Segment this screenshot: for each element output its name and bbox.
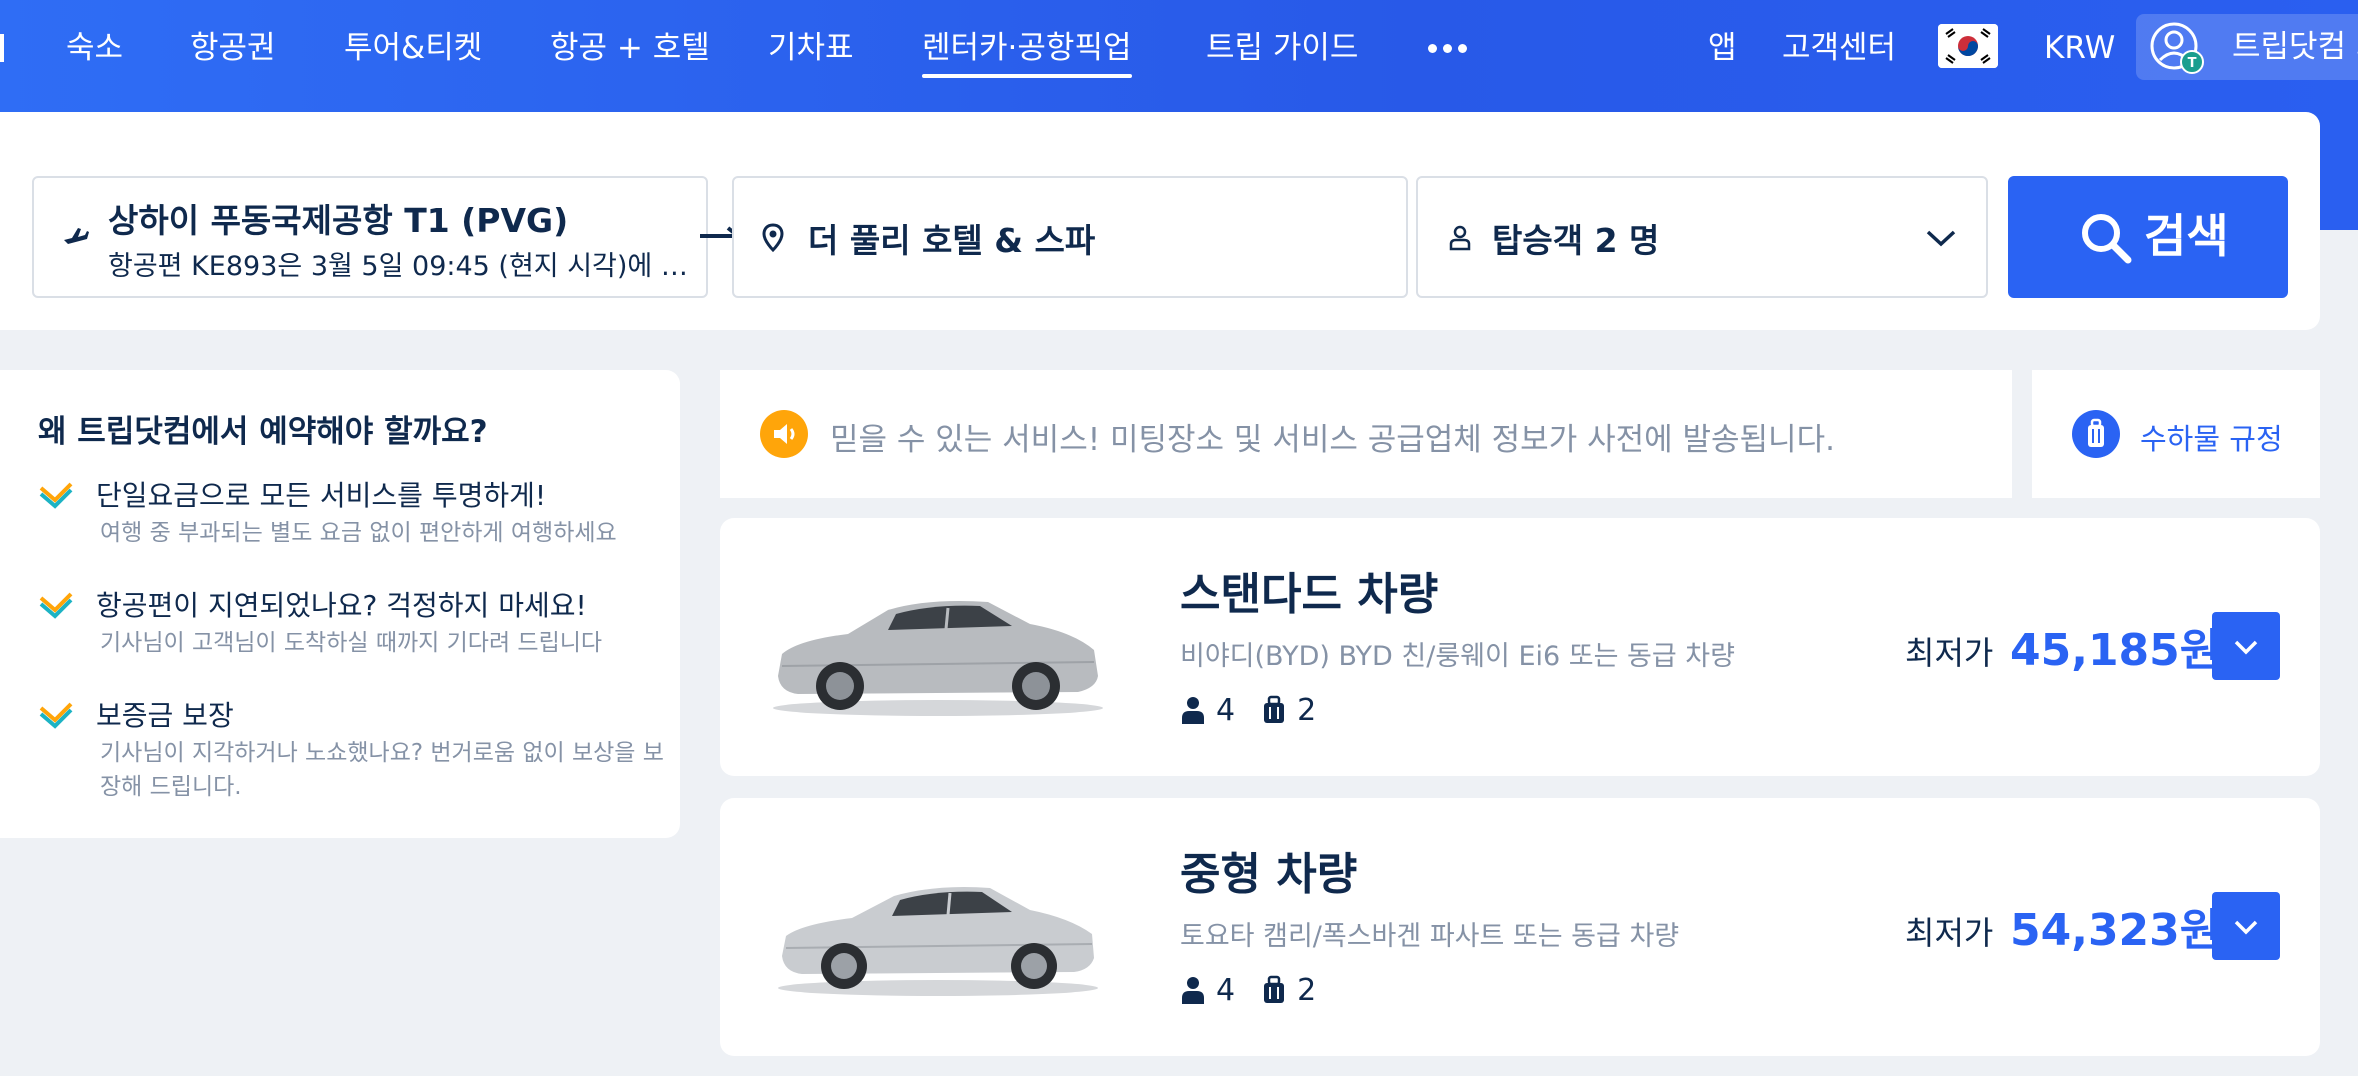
currency-selector[interactable]: KRW xyxy=(2044,24,2115,72)
location-pin-icon xyxy=(762,223,784,253)
benefit-description: 기사님이 고객님이 도착하실 때까지 기다려 드립니다 xyxy=(100,630,603,656)
pickup-location-field[interactable]: 상하이 푸동국제공항 T1 (PVG) 항공편 KE893은 3월 5일 09:… xyxy=(32,176,708,298)
nav-edge-indicator xyxy=(0,34,4,62)
double-check-icon xyxy=(39,702,73,729)
luggage-icon xyxy=(1264,975,1285,1003)
airplane-icon xyxy=(64,228,89,244)
chevron-down-icon xyxy=(1926,230,1956,247)
nav-item-flights[interactable]: 항공권 xyxy=(190,24,276,72)
why-book-panel: 왜 트립닷컴에서 예약해야 할까요? 단일요금으로 모든 서비스를 투명하게! … xyxy=(0,370,680,838)
vehicle-models: 토요타 캠리/폭스바겐 파사트 또는 동급 차량 xyxy=(1180,921,1680,952)
search-button-label: 검색 xyxy=(2144,209,2229,263)
sedan-car-image xyxy=(773,601,1103,716)
expand-button[interactable] xyxy=(2212,612,2280,680)
vehicle-price: 54,323원 xyxy=(2010,905,2221,956)
more-dots-icon[interactable] xyxy=(1428,44,1467,53)
why-book-title: 왜 트립닷컴에서 예약해야 할까요? xyxy=(38,414,488,450)
vehicle-models: 비야디(BYD) BYD 친/룽웨이 Ei6 또는 동급 차량 xyxy=(1180,641,1735,672)
luggage-capacity: 2 xyxy=(1297,972,1317,1008)
luggage-capacity: 2 xyxy=(1297,692,1317,728)
dropoff-location-field[interactable]: 더 풀리 호텔 & 스파 xyxy=(732,176,1408,298)
vehicle-option-card[interactable]: 중형 차량 토요타 캠리/폭스바겐 파사트 또는 동급 차량 4 2 최저가 5… xyxy=(720,798,2320,1056)
double-check-icon xyxy=(39,592,73,619)
benefit-description: 여행 중 부과되는 별도 요금 없이 편안하게 여행하세요 xyxy=(100,520,617,546)
nav-item-flight-hotel[interactable]: 항공 + 호텔 xyxy=(550,24,710,72)
top-navigation: 숙소 항공권 투어&티켓 항공 + 호텔 기차표 렌터카·공항픽업 트립 가이드… xyxy=(0,0,2358,96)
benefit-title: 단일요금으로 모든 서비스를 투명하게! xyxy=(96,479,547,512)
benefit-title: 보증금 보장 xyxy=(96,699,234,732)
luggage-icon xyxy=(2072,410,2120,458)
luggage-policy-link[interactable]: 수하물 규정 xyxy=(2032,370,2320,498)
lowest-price-label: 최저가 xyxy=(1905,914,1994,952)
search-button[interactable]: 검색 xyxy=(2008,176,2288,298)
person-icon xyxy=(1182,697,1204,724)
avatar-icon: T xyxy=(2150,22,2204,74)
svg-text:T: T xyxy=(2188,56,2197,71)
nav-support-link[interactable]: 고객센터 xyxy=(1782,24,1896,72)
speaker-icon xyxy=(760,410,808,458)
user-name: 트립닷컴 회 xyxy=(2232,29,2358,65)
vehicle-price: 45,185원 xyxy=(2010,625,2221,676)
nav-app-link[interactable]: 앱 xyxy=(1708,24,1737,72)
vehicle-class-name: 중형 차량 xyxy=(1180,849,1358,900)
search-icon xyxy=(2082,214,2132,264)
benefit-description: 기사님이 지각하거나 노쇼했나요? 번거로움 없이 보상을 보장해 드립니다. xyxy=(100,740,664,800)
pickup-flight-info: 항공편 KE893은 3월 5일 09:45 (현지 시각)에 도착합니다 xyxy=(108,251,708,282)
nav-item-tours[interactable]: 투어&티켓 xyxy=(344,24,482,72)
service-notice-text: 믿을 수 있는 서비스! 미팅장소 및 서비스 공급업체 정보가 사전에 발송됩… xyxy=(830,422,1835,458)
user-account-button[interactable]: T 트립닷컴 회 xyxy=(2136,14,2358,80)
nav-item-car-rental[interactable]: 렌터카·공항픽업 xyxy=(922,24,1132,78)
person-icon xyxy=(1182,977,1204,1004)
vehicle-capacity: 4 2 xyxy=(1180,970,1342,1010)
search-panel: 상하이 푸동국제공항 T1 (PVG) 항공편 KE893은 3월 5일 09:… xyxy=(0,112,2320,330)
pickup-location-title: 상하이 푸동국제공항 T1 (PVG) xyxy=(108,201,569,240)
dropoff-location-text: 더 풀리 호텔 & 스파 xyxy=(808,221,1096,260)
vehicle-capacity: 4 2 xyxy=(1180,690,1342,730)
sedan-car-image xyxy=(778,887,1098,996)
nav-item-trains[interactable]: 기차표 xyxy=(768,24,854,72)
benefit-title: 항공편이 지연되었나요? 걱정하지 마세요! xyxy=(96,589,587,622)
nav-item-stays[interactable]: 숙소 xyxy=(66,24,123,72)
passenger-capacity: 4 xyxy=(1216,692,1236,728)
expand-button[interactable] xyxy=(2212,892,2280,960)
passenger-count: 탑승객 2 명 xyxy=(1492,221,1660,260)
luggage-policy-label: 수하물 규정 xyxy=(2140,422,2283,456)
korea-flag-icon[interactable] xyxy=(1938,24,1998,68)
service-notice-banner: 믿을 수 있는 서비스! 미팅장소 및 서비스 공급업체 정보가 사전에 발송됩… xyxy=(720,370,2012,498)
chevron-down-icon xyxy=(2234,920,2258,935)
passenger-capacity: 4 xyxy=(1216,972,1236,1008)
vehicle-option-card[interactable]: 스탠다드 차량 비야디(BYD) BYD 친/룽웨이 Ei6 또는 동급 차량 … xyxy=(720,518,2320,776)
person-icon xyxy=(1449,225,1471,251)
double-check-icon xyxy=(39,482,73,509)
chevron-down-icon xyxy=(2234,640,2258,655)
vehicle-class-name: 스탠다드 차량 xyxy=(1180,569,1439,620)
nav-item-trip-guide[interactable]: 트립 가이드 xyxy=(1206,24,1358,72)
passenger-selector[interactable]: 탑승객 2 명 xyxy=(1416,176,1988,298)
luggage-icon xyxy=(1264,695,1285,723)
lowest-price-label: 최저가 xyxy=(1905,634,1994,672)
